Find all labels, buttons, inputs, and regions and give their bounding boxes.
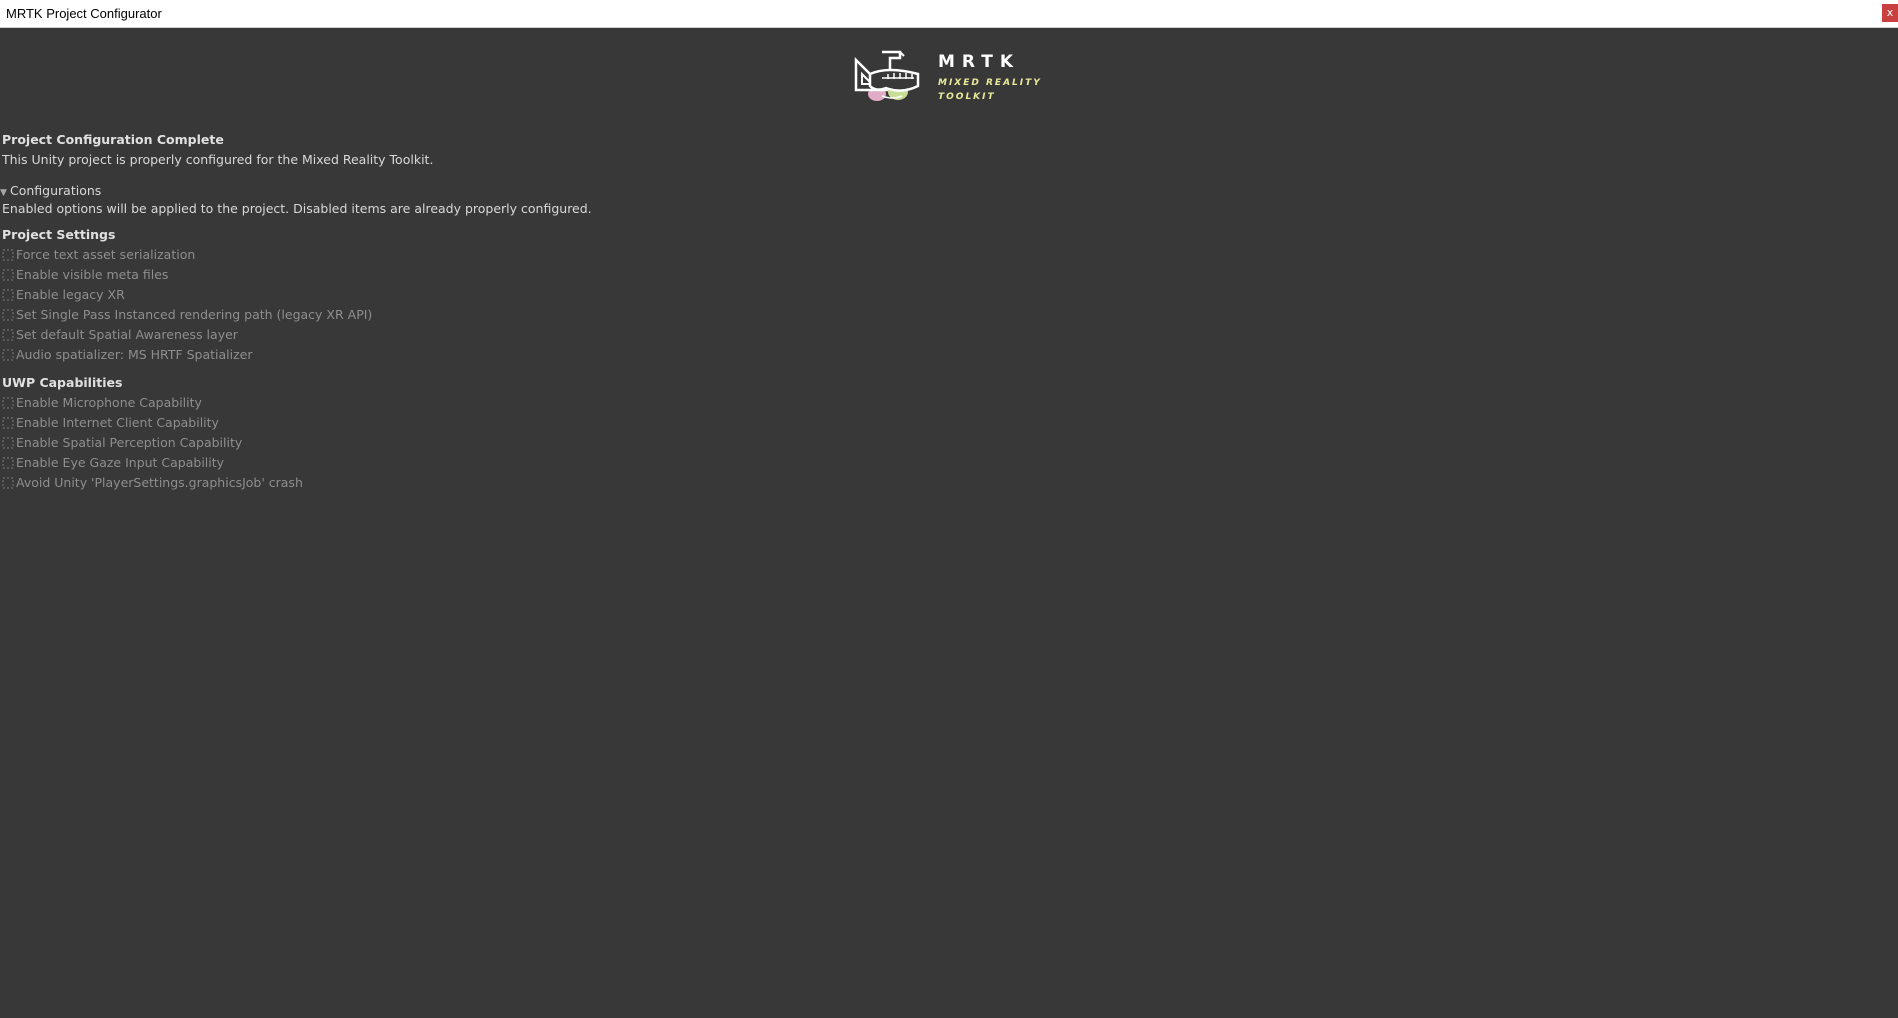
disabled-checkbox-icon [2,457,14,469]
disabled-checkbox-icon [2,289,14,301]
configurator-panel: MRTK MIXED REALITY TOOLKIT Project Confi… [0,28,1898,1018]
uwp-capability-item: Avoid Unity 'PlayerSettings.graphicsJob'… [2,475,303,490]
project-setting-item: Force text asset serialization [2,247,195,262]
mrtk-logo-icon [854,50,920,101]
status-message: This Unity project is properly configure… [2,152,434,167]
uwp-capability-item: Enable Internet Client Capability [2,415,219,430]
foldout-expanded-icon: ▼ [0,188,7,198]
uwp-capability-item: Enable Eye Gaze Input Capability [2,455,224,470]
project-settings-heading: Project Settings [2,227,116,242]
logo-wordmark: MRTK [938,52,1021,72]
close-button[interactable]: x [1882,4,1898,22]
configurations-description: Enabled options will be applied to the p… [2,201,592,216]
project-setting-item: Set default Spatial Awareness layer [2,327,238,342]
disabled-checkbox-icon [2,437,14,449]
disabled-checkbox-icon [2,249,14,261]
window-title: MRTK Project Configurator [6,6,162,21]
logo-subtitle: MIXED REALITY TOOLKIT [938,76,1058,104]
logo-subtitle-line1: MIXED REALITY [938,78,1042,88]
status-heading: Project Configuration Complete [2,132,224,147]
mrtk-logo: MRTK MIXED REALITY TOOLKIT [852,48,1052,108]
configurations-label: Configurations [10,183,102,198]
disabled-checkbox-icon [2,309,14,321]
project-setting-item: Set Single Pass Instanced rendering path… [2,307,372,322]
disabled-checkbox-icon [2,269,14,281]
project-setting-item: Audio spatializer: MS HRTF Spatializer [2,347,253,362]
logo-subtitle-line2: TOOLKIT [938,92,996,102]
uwp-capability-item: Enable Spatial Perception Capability [2,435,242,450]
project-setting-item: Enable visible meta files [2,267,168,282]
uwp-capabilities-heading: UWP Capabilities [2,375,123,390]
disabled-checkbox-icon [2,329,14,341]
uwp-capability-item: Enable Microphone Capability [2,395,202,410]
disabled-checkbox-icon [2,417,14,429]
window-titlebar: MRTK Project Configurator x [0,0,1898,28]
configurations-foldout[interactable]: ▼ Configurations [0,183,101,198]
disabled-checkbox-icon [2,349,14,361]
disabled-checkbox-icon [2,397,14,409]
disabled-checkbox-icon [2,477,14,489]
project-setting-item: Enable legacy XR [2,287,125,302]
